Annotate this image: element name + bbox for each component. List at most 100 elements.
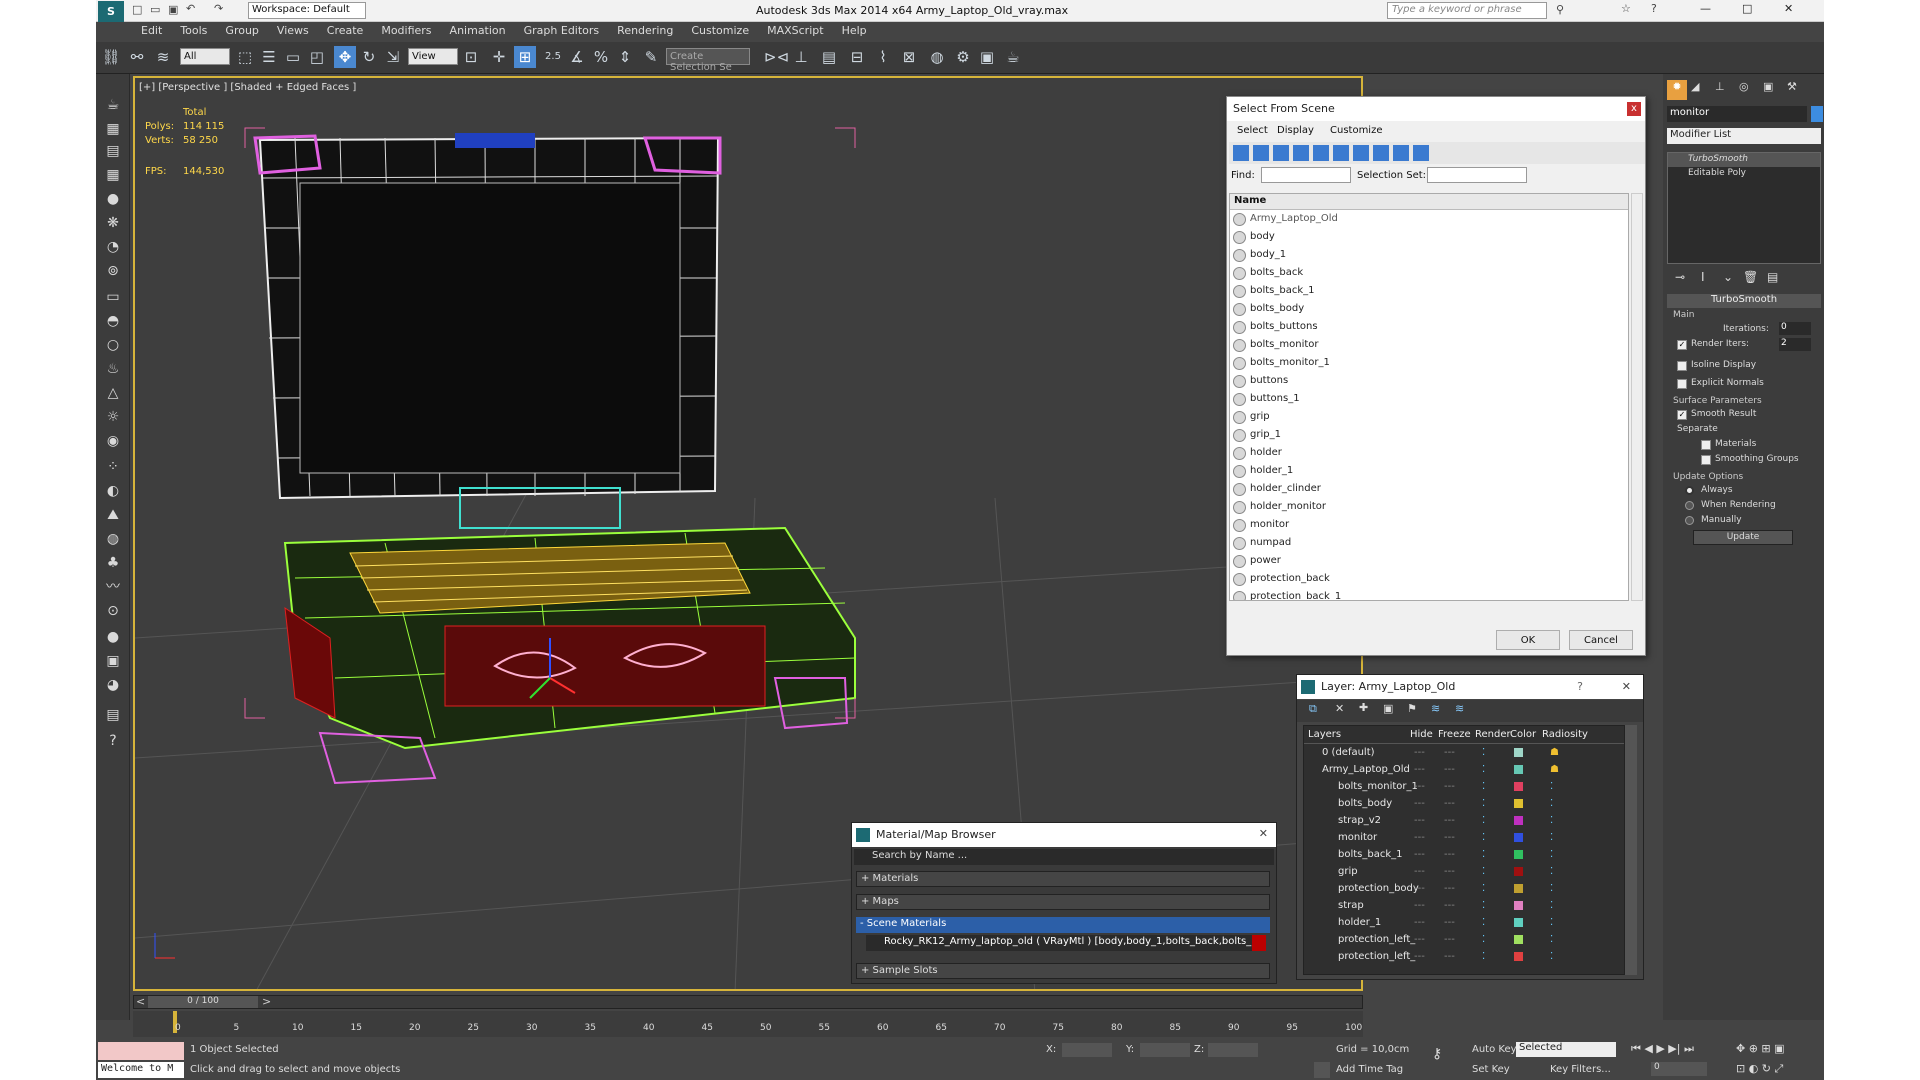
scene-object-item[interactable]: power	[1230, 552, 1628, 570]
dome-icon[interactable]: ◓	[102, 310, 124, 332]
teapot-icon[interactable]: ☕	[102, 94, 124, 116]
hide-toggle[interactable]: ---	[1414, 829, 1425, 846]
col-render[interactable]: Render	[1475, 729, 1511, 740]
layer-color-swatch[interactable]	[1514, 867, 1523, 876]
freeze-toggle[interactable]: ---	[1444, 931, 1455, 948]
radiosity-toggle[interactable]: ⁚	[1550, 931, 1553, 948]
freeze-toggle[interactable]: ---	[1444, 846, 1455, 863]
menu-views[interactable]: Views	[268, 22, 318, 37]
menu-tools[interactable]: Tools	[171, 22, 216, 37]
render-toggle[interactable]: ⁚	[1482, 931, 1485, 948]
particles-icon[interactable]: ⁘	[102, 456, 124, 478]
show-end-result-icon[interactable]: I	[1701, 270, 1705, 284]
percent-snap-icon[interactable]: %	[590, 46, 612, 68]
time-prev-icon[interactable]: <	[136, 995, 145, 1008]
render-toggle[interactable]: ⁚	[1482, 914, 1485, 931]
menu-edit[interactable]: Edit	[132, 22, 171, 37]
select-object-icon[interactable]: ⬚	[234, 46, 256, 68]
menu-select[interactable]: Select	[1237, 125, 1268, 136]
remove-modifier-icon[interactable]: 🗑	[1743, 270, 1758, 284]
render-iters-spinner[interactable]: 2	[1779, 338, 1811, 351]
freeze-toggle[interactable]: ---	[1444, 863, 1455, 880]
layer-color-swatch[interactable]	[1514, 884, 1523, 893]
move-icon[interactable]: ✥	[334, 46, 356, 68]
scene-object-item[interactable]: grip_1	[1230, 426, 1628, 444]
hide-toggle[interactable]: ---	[1414, 948, 1425, 965]
close-button[interactable]: ✕	[1784, 2, 1793, 15]
camera-icon[interactable]: ⊚	[102, 260, 124, 282]
hide-toggle[interactable]: ---	[1414, 812, 1425, 829]
link-icon[interactable]: ⛓	[100, 46, 122, 68]
scene-object-item[interactable]: monitor	[1230, 516, 1628, 534]
materials-checkbox[interactable]	[1701, 440, 1711, 450]
radiosity-toggle[interactable]: ⁚	[1550, 778, 1553, 795]
make-unique-icon[interactable]: ⌄	[1723, 270, 1733, 284]
highlight-layer-icon[interactable]: ⚑	[1407, 702, 1417, 715]
layer-color-swatch[interactable]	[1514, 799, 1523, 808]
iterations-spinner[interactable]: 0	[1779, 322, 1811, 335]
utilities-tab-icon[interactable]: ⚒	[1787, 80, 1797, 93]
scene-material-item[interactable]: Rocky_RK12_Army_laptop_old ( VRayMtl ) […	[866, 935, 1266, 951]
hide-toggle[interactable]: ---	[1414, 761, 1425, 778]
layer-color-swatch[interactable]	[1514, 901, 1523, 910]
qa-new-icon[interactable]: □	[132, 3, 142, 16]
keyboard-shortcut-icon[interactable]: ⊞	[514, 46, 536, 68]
render-toggle[interactable]: ⁚	[1482, 829, 1485, 846]
snap-toggle-icon[interactable]: 2.5	[542, 46, 564, 68]
cone-icon[interactable]: △	[102, 382, 124, 404]
star-icon[interactable]: ☆	[1621, 2, 1631, 15]
layer-row[interactable]: bolts_monitor_1 --- --- ⁚ ⁚	[1304, 778, 1624, 795]
playback-controls[interactable]: ⏮ ◀ ▶ ▶| ⏭	[1631, 1042, 1694, 1056]
menu-animation[interactable]: Animation	[441, 22, 515, 37]
track-bar[interactable]: 0 5 10 15 20 25 30 35 40 45 50 55 60 65 70 75 80 85 90 95 10…	[133, 1011, 1363, 1037]
layer-row[interactable]: grip --- --- ⁚ ⁚	[1304, 863, 1624, 880]
mat-icon[interactable]: ▣	[102, 650, 124, 672]
smooth-result-checkbox[interactable]: ✓	[1677, 410, 1687, 420]
spinner-snap-icon[interactable]: ⇕	[614, 46, 636, 68]
scene-object-item[interactable]: holder_1	[1230, 462, 1628, 480]
radiosity-toggle[interactable]: ☗	[1550, 761, 1559, 778]
sphere-light-icon[interactable]: ●	[102, 188, 124, 210]
render-toggle[interactable]: ⁚	[1482, 880, 1485, 897]
section-sample-slots[interactable]: + Sample Slots	[856, 963, 1270, 979]
motion-tab-icon[interactable]: ◎	[1739, 80, 1749, 93]
menu-graph-editors[interactable]: Graph Editors	[515, 22, 609, 37]
layer-row[interactable]: Army_Laptop_Old --- --- ⁚ ☗	[1304, 761, 1624, 778]
hide-toggle[interactable]: ---	[1414, 897, 1425, 914]
cancel-button[interactable]: Cancel	[1569, 630, 1633, 650]
workspace-dropdown[interactable]: Workspace: Default	[248, 2, 366, 19]
key-mode-dropdown[interactable]: Selected	[1516, 1042, 1616, 1057]
scene-object-item[interactable]: buttons	[1230, 372, 1628, 390]
render-region-icon[interactable]: ▤	[102, 704, 124, 726]
viewport-nav-icons-2[interactable]: ⊡ ◐ ↻ ⤢	[1736, 1062, 1783, 1076]
turbosmooth-rollout-header[interactable]: TurboSmooth	[1667, 294, 1821, 308]
scene-object-item[interactable]: Army_Laptop_Old	[1230, 210, 1628, 228]
menu-rendering[interactable]: Rendering	[608, 22, 682, 37]
box-icon[interactable]: ▭	[102, 286, 124, 308]
layer-row[interactable]: holder_1 --- --- ⁚ ⁚	[1304, 914, 1624, 931]
find-input[interactable]	[1261, 167, 1351, 183]
app-logo-icon[interactable]: S	[98, 1, 124, 23]
object-color-swatch[interactable]	[1811, 106, 1823, 122]
hair-icon[interactable]: 〰	[102, 576, 124, 598]
radiosity-toggle[interactable]: ☗	[1550, 744, 1559, 761]
scale-icon[interactable]: ⇲	[382, 46, 404, 68]
radiosity-toggle[interactable]: ⁚	[1550, 795, 1553, 812]
selection-filter-dropdown[interactable]: All	[180, 48, 230, 65]
teapot-prim-icon[interactable]: ♨	[102, 358, 124, 380]
layer-color-swatch[interactable]	[1514, 816, 1523, 825]
configure-sets-icon[interactable]: ▤	[1767, 270, 1778, 284]
menu-customize[interactable]: Customize	[1330, 125, 1383, 136]
radiosity-toggle[interactable]: ⁚	[1550, 880, 1553, 897]
create-tab-icon[interactable]: ✹	[1667, 80, 1687, 100]
render-toggle[interactable]: ⁚	[1482, 761, 1485, 778]
hide-toggle[interactable]: ---	[1414, 778, 1425, 795]
curve-editor-icon[interactable]: ⌇	[872, 46, 894, 68]
selection-set-dropdown[interactable]	[1427, 167, 1527, 183]
delete-layer-icon[interactable]: ✕	[1335, 702, 1344, 715]
menu-help[interactable]: Help	[833, 22, 876, 37]
col-hide[interactable]: Hide	[1410, 729, 1433, 740]
rect-selection-icon[interactable]: ▭	[282, 46, 304, 68]
qa-undo-icon[interactable]: ↶	[186, 2, 195, 15]
ok-button[interactable]: OK	[1496, 630, 1560, 650]
